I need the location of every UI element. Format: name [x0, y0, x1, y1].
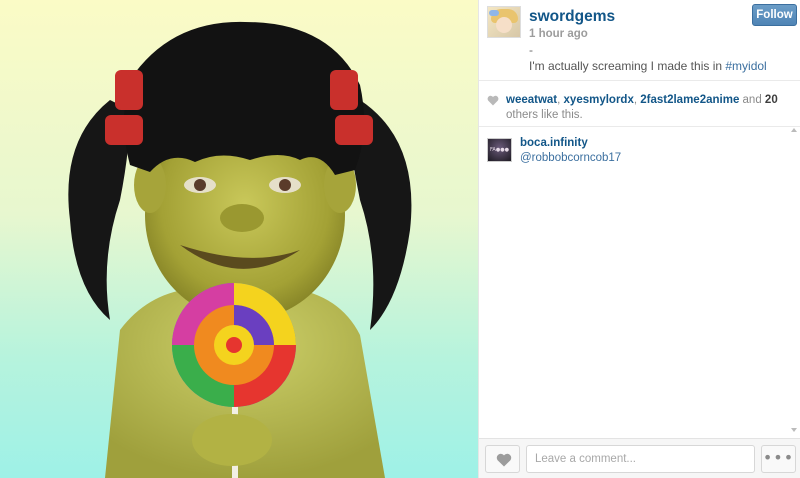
- liker-link[interactable]: weeatwat: [506, 94, 557, 106]
- post-sidebar: swordgems 1 hour ago Follow - I'm actual…: [478, 0, 800, 478]
- comment-mention[interactable]: @robbobcorncob17: [520, 152, 621, 164]
- likes-count[interactable]: 20: [765, 94, 778, 106]
- caption-dash: -: [529, 43, 533, 57]
- heart-icon: [496, 453, 512, 467]
- comments-scrollbar[interactable]: [790, 128, 799, 438]
- heart-icon: [487, 95, 499, 106]
- post-time[interactable]: 1 hour ago: [529, 28, 588, 40]
- hashtag-link[interactable]: #myidol: [725, 59, 766, 73]
- post-caption: I'm actually screaming I made this in #m…: [529, 59, 767, 73]
- post-photo[interactable]: [0, 0, 478, 478]
- shrek-girl-lollipop-image: [68, 21, 412, 478]
- caption-text: I'm actually screaming I made this in: [529, 59, 726, 73]
- like-button[interactable]: [485, 445, 520, 473]
- liker-link[interactable]: xyesmylordx: [564, 94, 634, 106]
- user-avatar[interactable]: [487, 6, 521, 38]
- commenter-username[interactable]: boca.infinity: [520, 137, 588, 149]
- scroll-down-arrow-icon[interactable]: [791, 428, 797, 432]
- follow-button[interactable]: Follow: [752, 4, 797, 26]
- username-link[interactable]: swordgems: [529, 8, 615, 26]
- post-header: swordgems 1 hour ago Follow - I'm actual…: [479, 0, 800, 81]
- likes-text: weeatwat, xyesmylordx, 2fast2lame2anime …: [506, 94, 778, 121]
- comment-footer: •••: [479, 438, 800, 478]
- comment-input[interactable]: [526, 445, 755, 473]
- more-options-button[interactable]: •••: [761, 445, 796, 473]
- commenter-avatar[interactable]: FA●●●: [487, 138, 512, 162]
- liker-link[interactable]: 2fast2lame2anime: [640, 94, 739, 106]
- scroll-up-arrow-icon[interactable]: [791, 128, 797, 132]
- comment-item: FA●●● boca.infinity @robbobcorncob17: [479, 127, 800, 164]
- likes-section: weeatwat, xyesmylordx, 2fast2lame2anime …: [479, 81, 800, 127]
